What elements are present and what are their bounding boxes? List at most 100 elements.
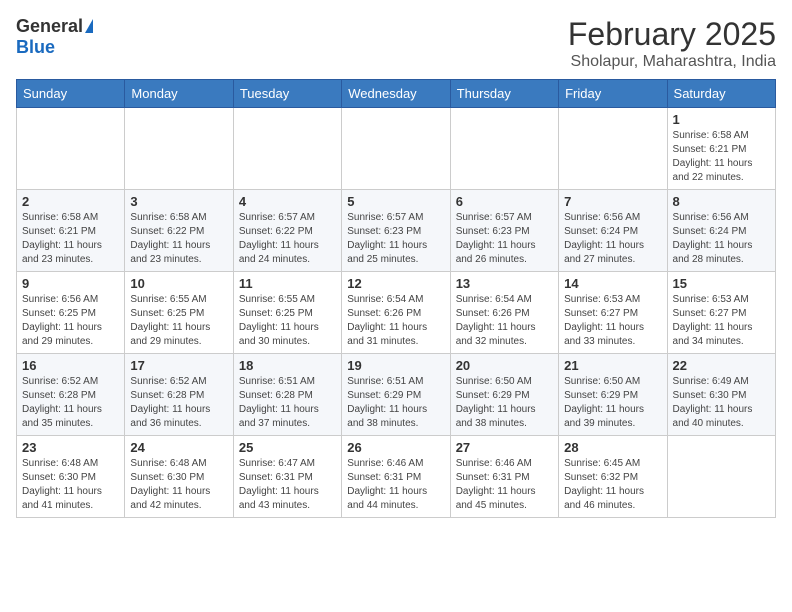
day-number: 14 <box>564 276 661 291</box>
logo: General Blue <box>16 16 93 58</box>
day-number: 27 <box>456 440 553 455</box>
day-number: 23 <box>22 440 119 455</box>
day-cell: 25 Sunrise: 6:47 AM Sunset: 6:31 PM Dayli… <box>233 436 341 518</box>
day-cell: 11 Sunrise: 6:55 AM Sunset: 6:25 PM Dayli… <box>233 272 341 354</box>
day-number: 6 <box>456 194 553 209</box>
day-cell <box>125 108 233 190</box>
day-number: 11 <box>239 276 336 291</box>
day-number: 10 <box>130 276 227 291</box>
day-number: 28 <box>564 440 661 455</box>
day-number: 1 <box>673 112 770 127</box>
day-number: 5 <box>347 194 444 209</box>
day-cell: 26 Sunrise: 6:46 AM Sunset: 6:31 PM Dayli… <box>342 436 450 518</box>
day-info: Sunrise: 6:48 AM Sunset: 6:30 PM Dayligh… <box>22 457 119 513</box>
column-header-sunday: Sunday <box>17 80 125 108</box>
day-cell: 9 Sunrise: 6:56 AM Sunset: 6:25 PM Daylig… <box>17 272 125 354</box>
logo-blue-text: Blue <box>16 37 55 58</box>
day-cell <box>233 108 341 190</box>
day-cell: 5 Sunrise: 6:57 AM Sunset: 6:23 PM Daylig… <box>342 190 450 272</box>
day-info: Sunrise: 6:51 AM Sunset: 6:29 PM Dayligh… <box>347 375 444 431</box>
day-cell: 6 Sunrise: 6:57 AM Sunset: 6:23 PM Daylig… <box>450 190 558 272</box>
day-number: 12 <box>347 276 444 291</box>
day-info: Sunrise: 6:56 AM Sunset: 6:24 PM Dayligh… <box>673 211 770 267</box>
day-cell: 21Sunrise: 6:50 AM Sunset: 6:29 PM Dayli… <box>559 354 667 436</box>
day-cell: 28Sunrise: 6:45 AM Sunset: 6:32 PM Dayli… <box>559 436 667 518</box>
day-number: 24 <box>130 440 227 455</box>
logo-general-text: General <box>16 16 83 37</box>
day-cell: 18 Sunrise: 6:51 AM Sunset: 6:28 PM Dayli… <box>233 354 341 436</box>
day-cell: 23 Sunrise: 6:48 AM Sunset: 6:30 PM Dayli… <box>17 436 125 518</box>
day-cell: 20 Sunrise: 6:50 AM Sunset: 6:29 PM Dayli… <box>450 354 558 436</box>
page-header: General Blue February 2025 Sholapur, Mah… <box>16 16 776 71</box>
day-info: Sunrise: 6:55 AM Sunset: 6:25 PM Dayligh… <box>239 293 336 349</box>
day-info: Sunrise: 6:52 AM Sunset: 6:28 PM Dayligh… <box>22 375 119 431</box>
day-number: 8 <box>673 194 770 209</box>
day-cell: 13 Sunrise: 6:54 AM Sunset: 6:26 PM Dayli… <box>450 272 558 354</box>
day-cell: 15 Sunrise: 6:53 AM Sunset: 6:27 PM Dayli… <box>667 272 775 354</box>
calendar-table: SundayMondayTuesdayWednesdayThursdayFrid… <box>16 79 776 518</box>
calendar-header-row: SundayMondayTuesdayWednesdayThursdayFrid… <box>17 80 776 108</box>
day-cell: 14 Sunrise: 6:53 AM Sunset: 6:27 PM Dayli… <box>559 272 667 354</box>
day-number: 7 <box>564 194 661 209</box>
day-cell: 19 Sunrise: 6:51 AM Sunset: 6:29 PM Dayli… <box>342 354 450 436</box>
week-row-1: 1Sunrise: 6:58 AM Sunset: 6:21 PM Daylig… <box>17 108 776 190</box>
day-info: Sunrise: 6:50 AM Sunset: 6:29 PM Dayligh… <box>456 375 553 431</box>
day-number: 26 <box>347 440 444 455</box>
day-info: Sunrise: 6:53 AM Sunset: 6:27 PM Dayligh… <box>673 293 770 349</box>
day-info: Sunrise: 6:46 AM Sunset: 6:31 PM Dayligh… <box>456 457 553 513</box>
day-cell <box>667 436 775 518</box>
day-number: 22 <box>673 358 770 373</box>
day-cell <box>450 108 558 190</box>
day-info: Sunrise: 6:48 AM Sunset: 6:30 PM Dayligh… <box>130 457 227 513</box>
day-info: Sunrise: 6:52 AM Sunset: 6:28 PM Dayligh… <box>130 375 227 431</box>
day-cell: 22 Sunrise: 6:49 AM Sunset: 6:30 PM Dayli… <box>667 354 775 436</box>
day-number: 25 <box>239 440 336 455</box>
day-number: 20 <box>456 358 553 373</box>
location-subtitle: Sholapur, Maharashtra, India <box>568 53 776 71</box>
day-info: Sunrise: 6:56 AM Sunset: 6:25 PM Dayligh… <box>22 293 119 349</box>
day-number: 4 <box>239 194 336 209</box>
day-info: Sunrise: 6:47 AM Sunset: 6:31 PM Dayligh… <box>239 457 336 513</box>
day-cell <box>342 108 450 190</box>
day-number: 15 <box>673 276 770 291</box>
day-info: Sunrise: 6:54 AM Sunset: 6:26 PM Dayligh… <box>456 293 553 349</box>
day-number: 17 <box>130 358 227 373</box>
day-cell: 8 Sunrise: 6:56 AM Sunset: 6:24 PM Daylig… <box>667 190 775 272</box>
day-info: Sunrise: 6:51 AM Sunset: 6:28 PM Dayligh… <box>239 375 336 431</box>
day-number: 9 <box>22 276 119 291</box>
day-info: Sunrise: 6:54 AM Sunset: 6:26 PM Dayligh… <box>347 293 444 349</box>
week-row-5: 23 Sunrise: 6:48 AM Sunset: 6:30 PM Dayli… <box>17 436 776 518</box>
column-header-friday: Friday <box>559 80 667 108</box>
month-year-title: February 2025 <box>568 16 776 53</box>
week-row-4: 16Sunrise: 6:52 AM Sunset: 6:28 PM Dayli… <box>17 354 776 436</box>
week-row-3: 9 Sunrise: 6:56 AM Sunset: 6:25 PM Daylig… <box>17 272 776 354</box>
day-cell: 4Sunrise: 6:57 AM Sunset: 6:22 PM Daylig… <box>233 190 341 272</box>
day-cell: 27 Sunrise: 6:46 AM Sunset: 6:31 PM Dayli… <box>450 436 558 518</box>
day-number: 18 <box>239 358 336 373</box>
day-info: Sunrise: 6:50 AM Sunset: 6:29 PM Dayligh… <box>564 375 661 431</box>
day-cell: 1Sunrise: 6:58 AM Sunset: 6:21 PM Daylig… <box>667 108 775 190</box>
day-info: Sunrise: 6:53 AM Sunset: 6:27 PM Dayligh… <box>564 293 661 349</box>
title-section: February 2025 Sholapur, Maharashtra, Ind… <box>568 16 776 71</box>
day-info: Sunrise: 6:57 AM Sunset: 6:23 PM Dayligh… <box>456 211 553 267</box>
day-number: 3 <box>130 194 227 209</box>
day-info: Sunrise: 6:49 AM Sunset: 6:30 PM Dayligh… <box>673 375 770 431</box>
day-info: Sunrise: 6:55 AM Sunset: 6:25 PM Dayligh… <box>130 293 227 349</box>
logo-triangle-icon <box>85 19 93 33</box>
day-info: Sunrise: 6:57 AM Sunset: 6:23 PM Dayligh… <box>347 211 444 267</box>
column-header-monday: Monday <box>125 80 233 108</box>
column-header-wednesday: Wednesday <box>342 80 450 108</box>
day-cell <box>559 108 667 190</box>
day-cell: 2Sunrise: 6:58 AM Sunset: 6:21 PM Daylig… <box>17 190 125 272</box>
week-row-2: 2Sunrise: 6:58 AM Sunset: 6:21 PM Daylig… <box>17 190 776 272</box>
day-number: 2 <box>22 194 119 209</box>
day-info: Sunrise: 6:58 AM Sunset: 6:22 PM Dayligh… <box>130 211 227 267</box>
column-header-saturday: Saturday <box>667 80 775 108</box>
day-number: 13 <box>456 276 553 291</box>
day-cell: 10 Sunrise: 6:55 AM Sunset: 6:25 PM Dayli… <box>125 272 233 354</box>
column-header-tuesday: Tuesday <box>233 80 341 108</box>
day-info: Sunrise: 6:56 AM Sunset: 6:24 PM Dayligh… <box>564 211 661 267</box>
day-cell <box>17 108 125 190</box>
day-info: Sunrise: 6:46 AM Sunset: 6:31 PM Dayligh… <box>347 457 444 513</box>
day-number: 19 <box>347 358 444 373</box>
